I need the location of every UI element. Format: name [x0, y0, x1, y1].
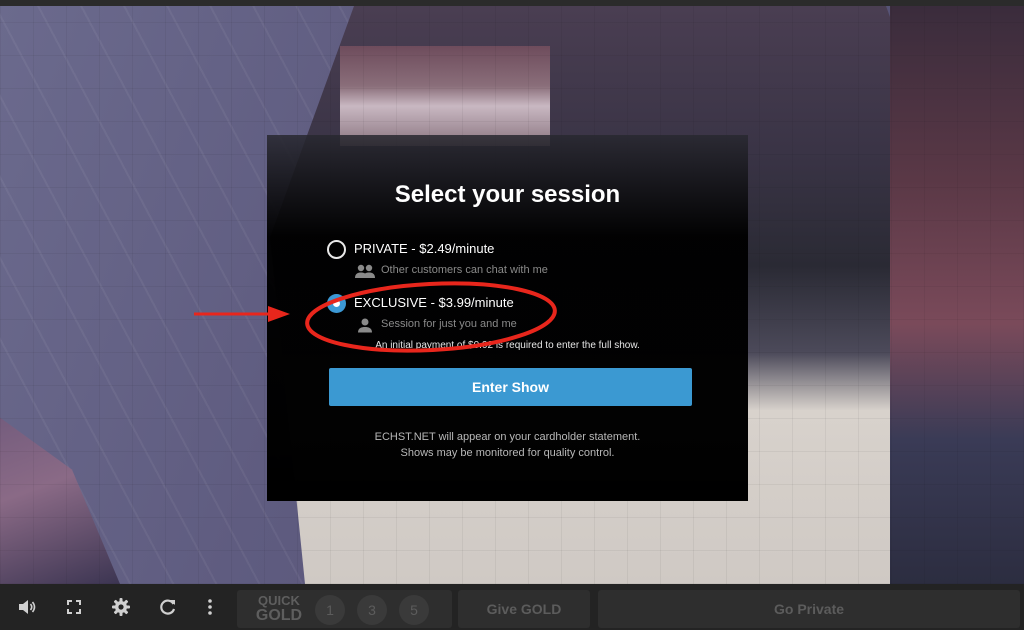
enter-show-button[interactable]: Enter Show — [329, 368, 692, 406]
option-private-label: PRIVATE - $2.49/minute — [354, 241, 495, 256]
go-private-button[interactable]: Go Private — [598, 590, 1020, 628]
option-exclusive-label: EXCLUSIVE - $3.99/minute — [354, 295, 514, 310]
quick-gold-label: QUICK GOLD — [249, 593, 309, 624]
refresh-icon[interactable] — [157, 596, 179, 618]
option-private-description: Other customers can chat with me — [381, 264, 548, 276]
give-gold-button[interactable]: Give GOLD — [458, 590, 590, 628]
payment-note: An initial payment of $0.02 is required … — [375, 340, 640, 351]
quick-gold-5-button[interactable]: 5 — [399, 595, 429, 625]
pixelated-face — [340, 46, 550, 146]
person-icon — [354, 317, 376, 333]
modal-title: Select your session — [394, 181, 621, 208]
quick-gold-3-button[interactable]: 3 — [357, 595, 387, 625]
option-private[interactable]: PRIVATE - $2.49/minute Other customers c… — [327, 239, 647, 283]
monitoring-note: Shows may be monitored for quality contr… — [400, 447, 615, 459]
quick-gold-panel: QUICK GOLD 1 3 5 — [237, 590, 452, 628]
pixelated-hair — [890, 6, 1024, 584]
exclusive-radio[interactable] — [327, 294, 346, 313]
quick-gold-label-line1: QUICK — [258, 593, 300, 608]
gear-icon[interactable] — [110, 596, 132, 618]
private-radio[interactable] — [327, 240, 346, 259]
quick-gold-label-line2: GOLD — [255, 607, 303, 624]
quick-gold-1-button[interactable]: 1 — [315, 595, 345, 625]
fullscreen-icon[interactable] — [63, 596, 85, 618]
player-control-bar: QUICK GOLD 1 3 5 Give GOLD Go Private — [0, 584, 1024, 630]
statement-note: ECHST.NET will appear on your cardholder… — [374, 431, 641, 443]
option-exclusive-description: Session for just you and me — [381, 318, 517, 330]
group-icon — [354, 263, 376, 279]
session-select-modal: Select your session PRIVATE - $2.49/minu… — [267, 135, 748, 501]
option-exclusive[interactable]: EXCLUSIVE - $3.99/minute Session for jus… — [327, 293, 647, 337]
more-vertical-icon[interactable] — [199, 596, 221, 618]
volume-icon[interactable] — [16, 596, 38, 618]
